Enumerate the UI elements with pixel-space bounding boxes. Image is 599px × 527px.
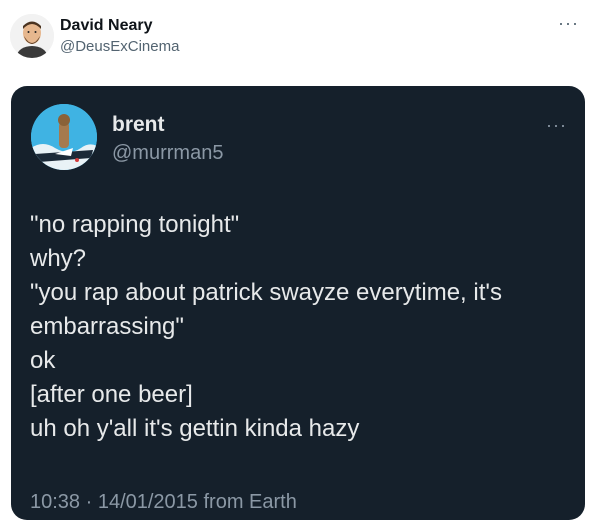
tweet-text-line: "you rap about patrick swayze everytime,… (30, 279, 502, 306)
quoted-tweet-text: "no rapping tonight" why? "you rap about… (30, 208, 570, 446)
author-name[interactable]: David Neary (60, 17, 153, 35)
tweet-text-line: "no rapping tonight" (30, 211, 240, 238)
tweet-text-line: ok (30, 347, 56, 374)
tweet-text-line: [after one beer] (30, 381, 193, 408)
author-avatar[interactable] (10, 14, 54, 58)
tweet-timestamp[interactable]: 10:38 · 14/01/2015 from Earth (30, 491, 297, 514)
quoted-author-handle[interactable]: @murrman5 (112, 142, 223, 165)
quoted-tweet-card[interactable]: brent @murrman5 ··· "no rapping tonight"… (11, 86, 585, 520)
quoted-author-name[interactable]: brent (112, 113, 165, 137)
tweet-text-line: uh oh y'all it's gettin kinda hazy (30, 415, 360, 442)
tweet-text-line: why? (30, 245, 87, 272)
quoted-author-avatar[interactable] (31, 104, 97, 170)
quoted-more-options-icon[interactable]: ··· (546, 116, 567, 134)
more-options-icon[interactable]: ··· (558, 14, 579, 32)
author-handle[interactable]: @DeusExCinema (60, 38, 179, 55)
tweet-text-line: embarrassing" (30, 313, 184, 340)
